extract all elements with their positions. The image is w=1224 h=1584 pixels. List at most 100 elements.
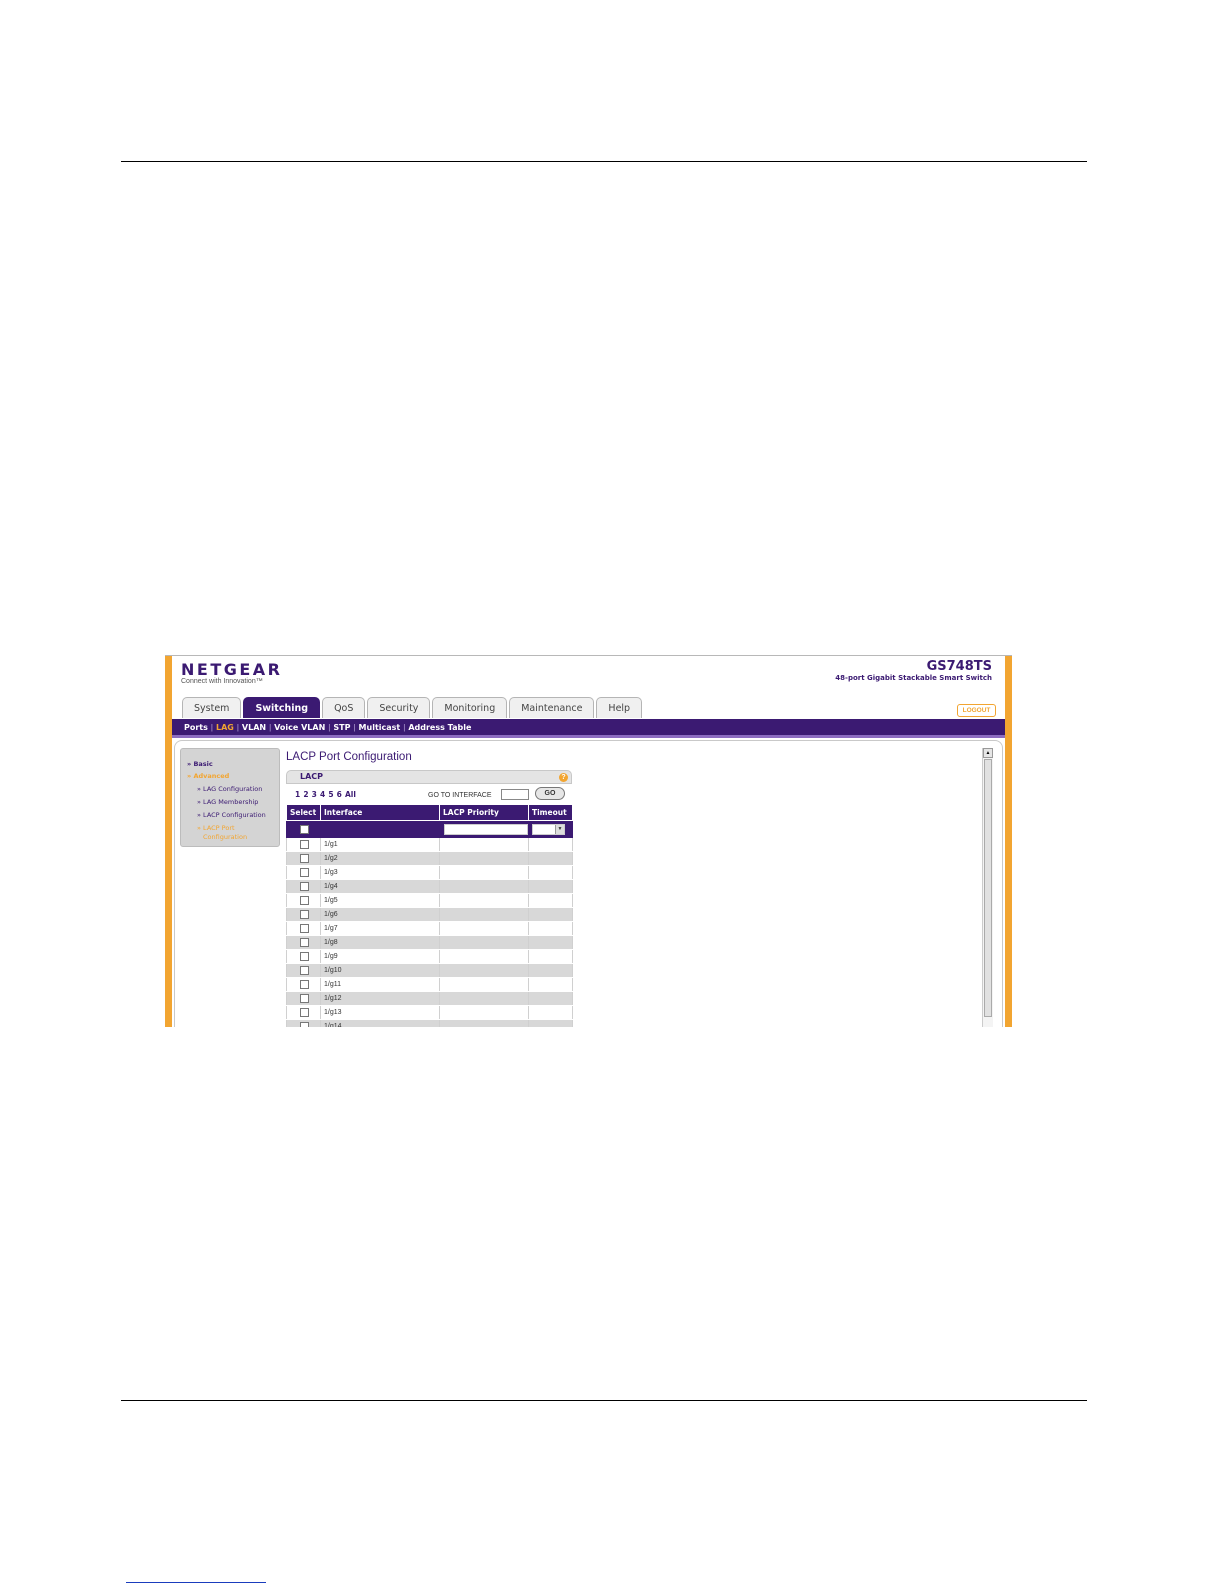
subnav-lag[interactable]: LAG — [216, 723, 234, 732]
table-row: 1/g3 — [286, 865, 573, 880]
tab-switching[interactable]: Switching — [243, 697, 321, 718]
subnav-stp[interactable]: STP — [333, 723, 350, 732]
lacp-priority-input[interactable] — [444, 823, 528, 835]
tab-maintenance[interactable]: Maintenance — [509, 697, 595, 718]
table-row: 1/g10 — [286, 963, 573, 978]
subnav-address-table[interactable]: Address Table — [408, 723, 471, 732]
timeout-cell — [528, 977, 573, 992]
interface-cell: 1/g1 — [320, 837, 440, 852]
row-select-checkbox[interactable] — [300, 840, 309, 849]
lacp-priority-cell — [439, 963, 529, 978]
pager-row: 1 2 3 4 5 6 All GO TO INTERFACE GO — [286, 784, 572, 804]
row-select-checkbox[interactable] — [300, 980, 309, 989]
tab-system[interactable]: System — [182, 697, 242, 718]
sidebar-item-lag-membership[interactable]: » LAG Membership — [197, 798, 258, 806]
table-row: 1/g6 — [286, 907, 573, 922]
row-select-checkbox[interactable] — [300, 938, 309, 947]
column-header-timeout: Timeout — [528, 804, 573, 821]
timeout-cell — [528, 851, 573, 866]
timeout-cell — [528, 865, 573, 880]
timeout-cell — [528, 991, 573, 1006]
product-description: 48-port Gigabit Stackable Smart Switch — [835, 674, 992, 682]
scroll-up-arrow-icon[interactable]: ▲ — [983, 748, 993, 758]
row-select-checkbox[interactable] — [300, 910, 309, 919]
tab-monitoring[interactable]: Monitoring — [432, 697, 508, 718]
table-row: 1/g11 — [286, 977, 573, 992]
interface-cell: 1/g2 — [320, 851, 440, 866]
row-select-checkbox[interactable] — [300, 1008, 309, 1017]
right-frame-border — [1005, 656, 1012, 1027]
edit-row: ▼ — [286, 820, 573, 838]
lacp-priority-cell — [439, 935, 529, 950]
timeout-cell — [528, 879, 573, 894]
select-all-checkbox[interactable] — [300, 824, 309, 834]
table-row: 1/g7 — [286, 921, 573, 936]
column-header-lacp-priority: LACP Priority — [439, 804, 529, 821]
table-row: 1/g8 — [286, 935, 573, 950]
interface-cell: 1/g4 — [320, 879, 440, 894]
timeout-cell — [528, 949, 573, 964]
go-to-interface-input[interactable] — [501, 789, 529, 800]
interface-cell: 1/g6 — [320, 907, 440, 922]
lacp-panel: LACP ? 1 2 3 4 5 6 All GO TO INTERFACE G… — [286, 770, 573, 1027]
scrollbar-thumb[interactable] — [984, 759, 992, 1017]
vertical-scrollbar[interactable]: ▲ — [982, 748, 993, 1027]
logo-tagline: Connect with Innovation™ — [181, 678, 263, 685]
row-select-checkbox[interactable] — [300, 882, 309, 891]
panel-title: LACP — [300, 772, 324, 781]
row-select-checkbox[interactable] — [300, 896, 309, 905]
tab-qos[interactable]: QoS — [322, 697, 366, 718]
tab-help[interactable]: Help — [596, 697, 643, 718]
chevron-down-icon: ▼ — [555, 824, 564, 834]
sidebar-item-lacp-configuration[interactable]: » LACP Configuration — [197, 811, 266, 819]
table-row: 1/g4 — [286, 879, 573, 894]
subnav-voice-vlan[interactable]: Voice VLAN — [274, 723, 325, 732]
sidebar-item-lacp-port-configuration[interactable]: » LACP Port — [197, 824, 235, 832]
table-row: 1/g9 — [286, 949, 573, 964]
timeout-cell — [528, 935, 573, 950]
netgear-logo: NETGEAR — [181, 660, 283, 679]
subnav-vlan[interactable]: VLAN — [242, 723, 266, 732]
page-links[interactable]: 1 2 3 4 5 6 All — [295, 790, 356, 799]
interface-cell: 1/g13 — [320, 1005, 440, 1020]
timeout-cell — [528, 893, 573, 908]
panel-header: LACP ? — [286, 770, 572, 784]
interface-cell: 1/g14 — [320, 1019, 440, 1027]
column-header-select: Select — [286, 804, 321, 821]
interface-cell: 1/g12 — [320, 991, 440, 1006]
row-select-checkbox[interactable] — [300, 924, 309, 933]
timeout-cell — [528, 907, 573, 922]
sidebar-menu: » Basic » Advanced » LAG Configuration »… — [180, 748, 280, 847]
row-select-checkbox[interactable] — [300, 1022, 309, 1027]
subnav-ports[interactable]: Ports — [184, 723, 208, 732]
sidebar-item-advanced[interactable]: » Advanced — [187, 772, 229, 780]
interface-cell: 1/g9 — [320, 949, 440, 964]
logout-button[interactable]: LOGOUT — [957, 704, 996, 717]
row-select-checkbox[interactable] — [300, 868, 309, 877]
row-select-checkbox[interactable] — [300, 952, 309, 961]
row-select-checkbox[interactable] — [300, 966, 309, 975]
interface-cell: 1/g8 — [320, 935, 440, 950]
row-select-checkbox[interactable] — [300, 994, 309, 1003]
timeout-cell — [528, 963, 573, 978]
row-select-checkbox[interactable] — [300, 854, 309, 863]
timeout-select[interactable]: ▼ — [532, 823, 565, 835]
go-button[interactable]: GO — [535, 787, 565, 800]
sidebar-item-lacp-port-configuration-line2[interactable]: Configuration — [203, 833, 247, 841]
footer-link-underline[interactable] — [126, 1582, 266, 1583]
sidebar-item-basic[interactable]: » Basic — [187, 760, 213, 768]
sidebar-item-lag-configuration[interactable]: » LAG Configuration — [197, 785, 262, 793]
interface-cell: 1/g3 — [320, 865, 440, 880]
timeout-cell — [528, 1019, 573, 1027]
sub-navigation: Ports | LAG | VLAN | Voice VLAN | STP | Multi… — [172, 719, 1005, 738]
help-icon[interactable]: ? — [559, 773, 568, 782]
lacp-priority-cell — [439, 921, 529, 936]
lacp-priority-cell — [439, 907, 529, 922]
interface-cell: 1/g5 — [320, 893, 440, 908]
tab-security[interactable]: Security — [367, 697, 431, 718]
subnav-multicast[interactable]: Multicast — [359, 723, 401, 732]
lacp-priority-cell — [439, 977, 529, 992]
lacp-priority-cell — [439, 991, 529, 1006]
content-area: » Basic » Advanced » LAG Configuration »… — [174, 740, 1003, 1027]
lacp-priority-cell — [439, 879, 529, 894]
